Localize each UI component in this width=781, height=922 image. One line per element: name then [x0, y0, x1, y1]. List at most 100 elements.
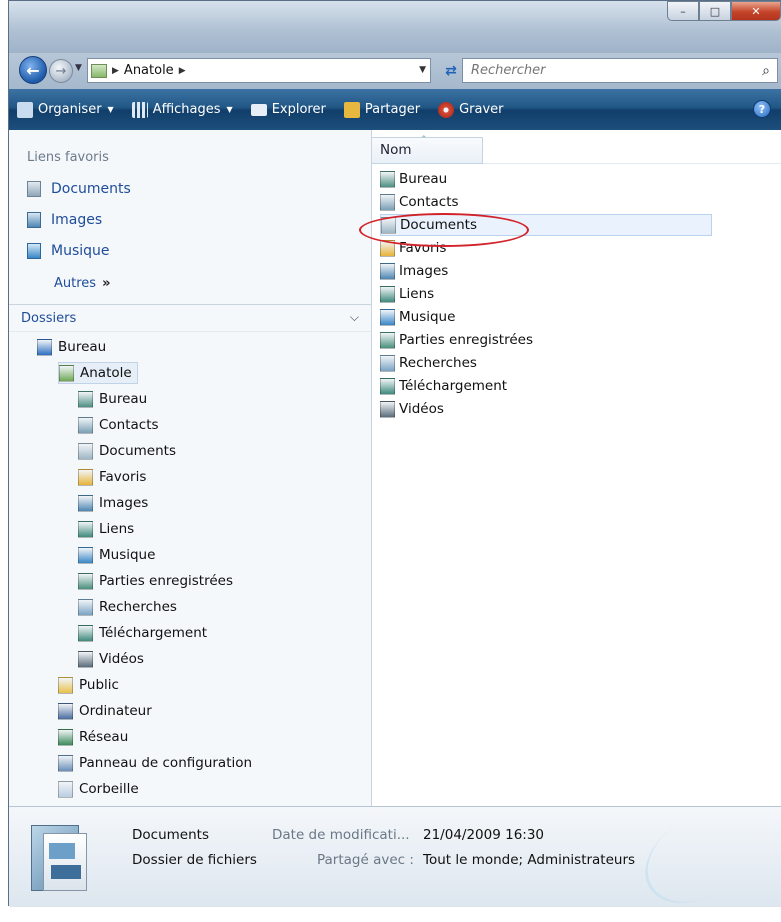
tree-item[interactable]: Documents — [78, 440, 176, 462]
minimize-button[interactable]: – — [667, 1, 699, 21]
organise-label: Organiser — [38, 102, 102, 117]
file-item[interactable]: Recherches — [380, 352, 477, 374]
back-button[interactable]: ← — [19, 56, 47, 84]
organise-button[interactable]: Organiser ▼ — [17, 101, 114, 118]
refresh-icon: ⇄ — [445, 62, 457, 79]
search-input[interactable] — [463, 59, 755, 82]
network-icon — [58, 728, 73, 746]
address-dropdown-icon[interactable]: ▼ — [419, 65, 426, 75]
explorer-icon — [250, 103, 267, 116]
tree-item[interactable]: Ordinateur — [58, 700, 152, 722]
tree-item-label: Musique — [99, 547, 156, 563]
tree-item[interactable]: Recherches — [78, 596, 177, 618]
tree-item-label: Vidéos — [99, 651, 144, 667]
favorite-link-images[interactable]: Images — [27, 212, 102, 228]
minimize-icon: – — [680, 4, 686, 18]
contacts-icon — [380, 193, 395, 211]
chevron-down-icon: ▼ — [107, 105, 114, 114]
tree-item[interactable]: Contacts — [78, 414, 159, 436]
searches-icon — [380, 354, 395, 372]
file-item[interactable]: Liens — [380, 283, 434, 305]
folders-header[interactable]: Dossiers ⌵ — [9, 304, 371, 332]
highlight-circle — [359, 213, 529, 247]
documents-icon — [78, 442, 93, 460]
burn-label: Graver — [459, 102, 504, 117]
file-item-label: Musique — [399, 309, 456, 325]
tree-item-label: Documents — [99, 443, 176, 459]
music-icon — [27, 243, 41, 259]
organise-icon — [17, 101, 33, 118]
file-item[interactable]: Contacts — [380, 191, 459, 213]
videos-icon — [78, 650, 93, 668]
views-button[interactable]: Affichages ▼ — [131, 101, 233, 118]
share-icon — [343, 101, 360, 118]
recycle-bin-icon — [58, 780, 73, 798]
tree-item[interactable]: Musique — [78, 544, 155, 566]
computer-icon — [58, 702, 73, 720]
file-item-label: Recherches — [399, 355, 477, 371]
file-item-label: Contacts — [399, 194, 459, 210]
tree-item[interactable]: Bureau — [37, 336, 106, 358]
tree-item[interactable]: Images — [78, 492, 148, 514]
close-button[interactable]: ✕ — [731, 1, 781, 21]
favorite-link-musique[interactable]: Musique — [27, 243, 110, 259]
tree-item[interactable]: Bureau — [78, 388, 147, 410]
tree-item[interactable]: Anatole — [58, 362, 138, 384]
more-links-button[interactable]: Autres » — [54, 276, 110, 291]
explorer-window: – □ ✕ ← → ▼ ▶ Anatole ▶ ▼ ⇄ ⌕ Organiser … — [8, 0, 781, 922]
file-item[interactable]: Bureau — [380, 168, 447, 190]
file-item[interactable]: Téléchargement — [380, 375, 507, 397]
address-bar[interactable]: ▶ Anatole ▶ ▼ — [87, 58, 431, 83]
control-panel-icon — [58, 754, 73, 772]
navigation-bar: ← → ▼ ▶ Anatole ▶ ▼ ⇄ ⌕ — [9, 53, 781, 89]
maximize-button[interactable]: □ — [699, 1, 731, 21]
desktop-folder-icon — [78, 390, 93, 408]
views-icon — [131, 101, 148, 118]
search-icon[interactable]: ⌕ — [755, 63, 777, 79]
forward-button[interactable]: → — [49, 59, 73, 83]
details-shared-label: Partagé avec : — [317, 852, 414, 868]
public-folder-icon — [58, 676, 73, 694]
file-item[interactable]: Parties enregistrées — [380, 329, 533, 351]
tree-item[interactable]: Réseau — [58, 726, 128, 748]
links-icon — [78, 520, 93, 538]
close-icon: ✕ — [751, 4, 761, 18]
tree-item[interactable]: Public — [58, 674, 119, 696]
breadcrumb-separator-icon[interactable]: ▶ — [179, 66, 186, 76]
tree-item-label: Favoris — [99, 469, 147, 485]
tree-item[interactable]: Vidéos — [78, 648, 144, 670]
explorer-button[interactable]: Explorer — [250, 102, 326, 117]
burn-button[interactable]: Graver — [438, 101, 504, 118]
file-item[interactable]: Musique — [380, 306, 455, 328]
breadcrumb-anatole[interactable]: Anatole — [124, 63, 174, 78]
saved-games-icon — [380, 331, 395, 349]
share-button[interactable]: Partager — [343, 101, 420, 118]
decorative-swoosh — [629, 792, 773, 922]
file-item[interactable]: Vidéos — [380, 398, 444, 420]
tree-item[interactable]: Liens — [78, 518, 134, 540]
details-name: Documents — [132, 827, 209, 843]
refresh-button[interactable]: ⇄ — [437, 58, 465, 83]
column-header-name[interactable]: ⌃ Nom — [372, 135, 483, 164]
videos-icon — [380, 400, 395, 418]
chevron-down-icon[interactable]: ⌵ — [350, 310, 359, 325]
saved-games-icon — [78, 572, 93, 590]
tree-item[interactable]: Panneau de configuration — [58, 752, 252, 774]
tree-item[interactable]: Favoris — [78, 466, 146, 488]
help-button[interactable]: ? — [753, 100, 771, 118]
favorite-link-documents[interactable]: Documents — [27, 181, 131, 197]
details-pane: Documents Dossier de fichiers Date de mo… — [9, 792, 781, 922]
tree-item[interactable]: Parties enregistrées — [78, 570, 233, 592]
breadcrumb-separator-icon[interactable]: ▶ — [112, 66, 119, 76]
more-links-label: Autres — [54, 276, 97, 291]
pictures-icon — [27, 212, 41, 228]
tree-item-label: Anatole — [80, 365, 132, 381]
back-arrow-icon: ← — [26, 60, 40, 80]
file-item[interactable]: Images — [380, 260, 448, 282]
tree-item[interactable]: Corbeille — [58, 778, 139, 800]
tree-item[interactable]: Téléchargement — [78, 622, 207, 644]
search-box[interactable]: ⌕ — [462, 58, 778, 83]
music-icon — [78, 546, 93, 564]
recent-pages-dropdown[interactable]: ▼ — [75, 63, 82, 73]
tree-item-label: Images — [99, 495, 149, 511]
